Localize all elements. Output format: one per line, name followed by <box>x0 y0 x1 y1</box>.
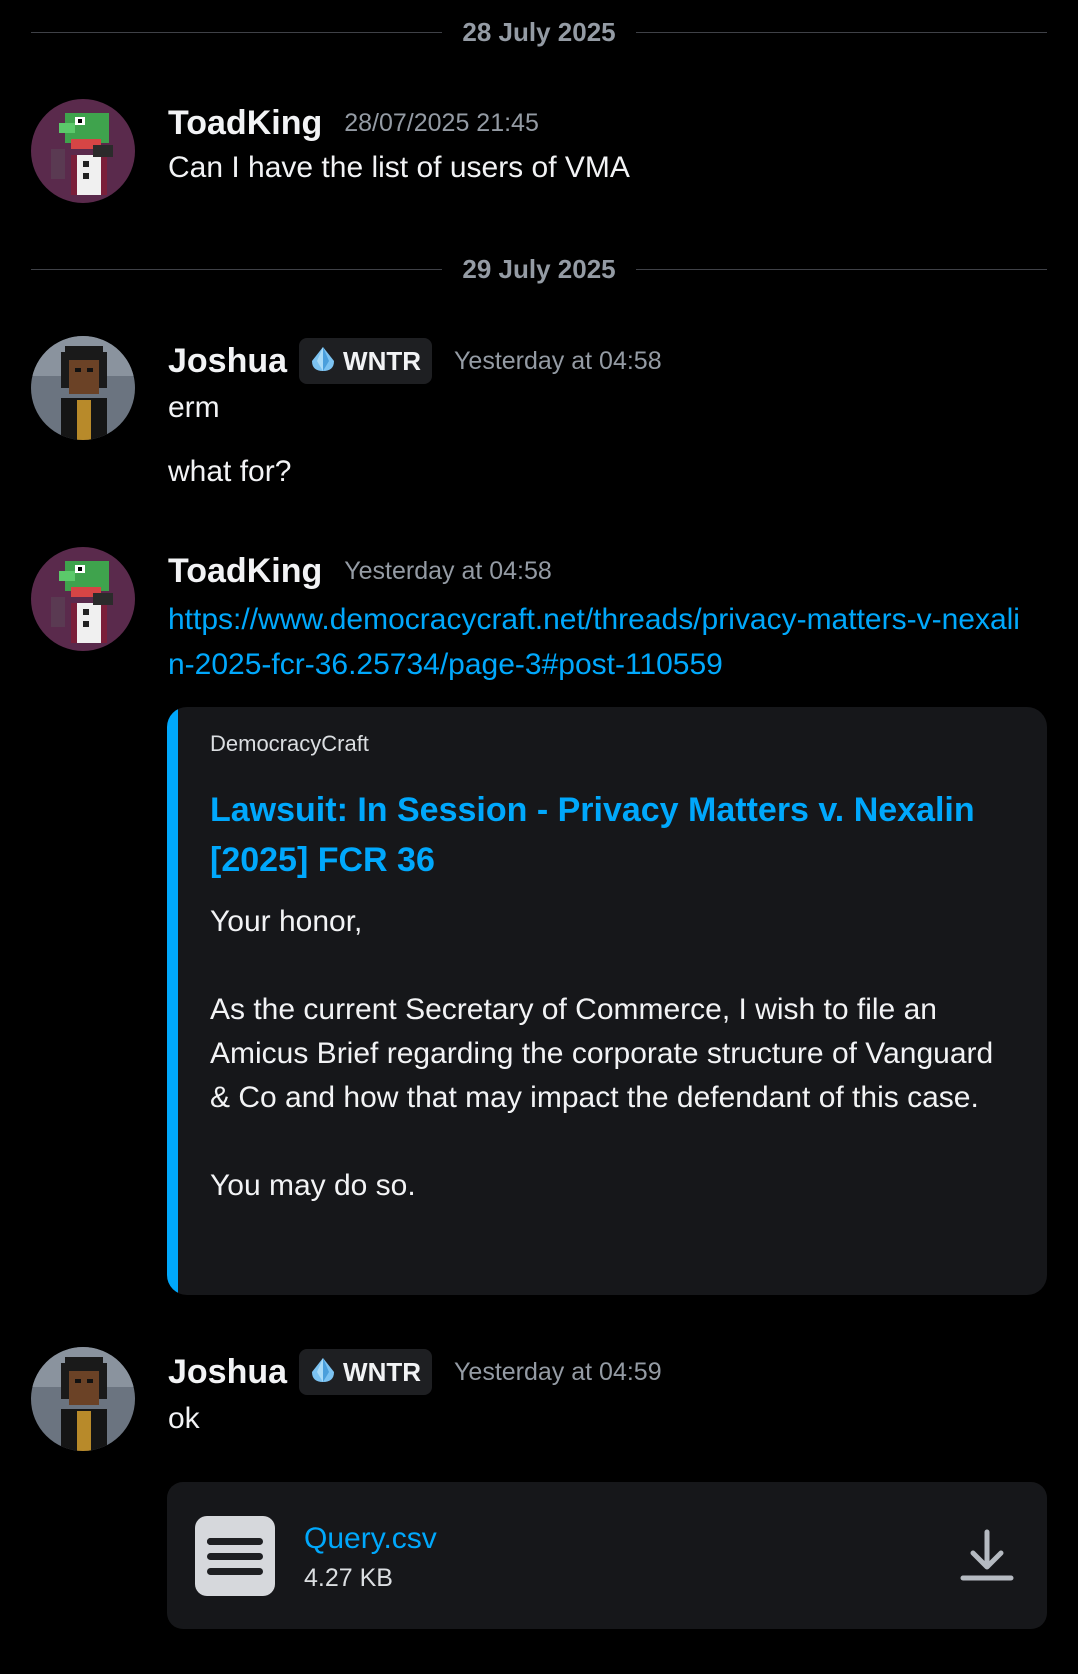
date-divider-label: 29 July 2025 <box>462 253 616 284</box>
embed-title[interactable]: Lawsuit: In Session - Privacy Matters v.… <box>210 785 1010 885</box>
message-header: ToadKing 28/07/2025 21:45 <box>168 99 539 147</box>
avatar[interactable] <box>31 547 135 651</box>
avatar[interactable] <box>31 99 135 203</box>
username[interactable]: ToadKing <box>168 552 322 591</box>
message-header: ToadKing Yesterday at 04:58 <box>168 547 552 595</box>
divider-line <box>635 31 1048 33</box>
embed-paragraph: You may do so. <box>210 1169 416 1202</box>
download-icon[interactable] <box>957 1526 1017 1586</box>
message-text: what for? <box>168 455 292 488</box>
username[interactable]: Joshua <box>168 1353 287 1392</box>
avatar[interactable] <box>31 336 135 440</box>
message-header: Joshua WNTR Yesterday at 04:59 <box>168 1348 662 1396</box>
username[interactable]: Joshua <box>168 342 287 381</box>
message-text: erm <box>168 391 220 424</box>
tag-label: WNTR <box>343 1356 422 1387</box>
date-divider-label: 28 July 2025 <box>462 16 616 47</box>
crystal-icon <box>309 345 337 378</box>
embed-provider[interactable]: DemocracyCraft <box>210 731 369 757</box>
date-divider: 28 July 2025 <box>31 16 1048 47</box>
message-link[interactable]: https://www.democracycraft.net/threads/p… <box>168 597 1028 687</box>
timestamp[interactable]: 28/07/2025 21:45 <box>344 109 539 138</box>
message-text: ok <box>168 1402 200 1435</box>
divider-line <box>635 268 1048 270</box>
date-divider: 29 July 2025 <box>31 253 1048 284</box>
divider-line <box>31 31 443 33</box>
divider-line <box>31 268 443 270</box>
link-embed: DemocracyCraft Lawsuit: In Session - Pri… <box>167 707 1047 1295</box>
document-icon <box>195 1516 275 1596</box>
file-name[interactable]: Query.csv <box>304 1522 437 1556</box>
timestamp[interactable]: Yesterday at 04:59 <box>454 1358 662 1387</box>
avatar[interactable] <box>31 1347 135 1451</box>
timestamp[interactable]: Yesterday at 04:58 <box>344 557 552 586</box>
file-size: 4.27 KB <box>304 1564 393 1592</box>
server-tag[interactable]: WNTR <box>299 338 433 384</box>
embed-paragraph: As the current Secretary of Commerce, I … <box>210 993 994 1114</box>
embed-description: Your honor, As the current Secretary of … <box>210 900 1010 1252</box>
username[interactable]: ToadKing <box>168 104 322 143</box>
timestamp[interactable]: Yesterday at 04:58 <box>454 347 662 376</box>
tag-label: WNTR <box>343 345 422 376</box>
crystal-icon <box>309 1356 337 1389</box>
embed-paragraph: Your honor, <box>210 905 363 938</box>
server-tag[interactable]: WNTR <box>299 1349 433 1395</box>
message-text: Can I have the list of users of VMA <box>168 151 630 184</box>
embed-accent-bar <box>167 707 178 1295</box>
file-attachment[interactable]: Query.csv 4.27 KB <box>167 1482 1047 1629</box>
message-header: Joshua WNTR Yesterday at 04:58 <box>168 337 662 385</box>
